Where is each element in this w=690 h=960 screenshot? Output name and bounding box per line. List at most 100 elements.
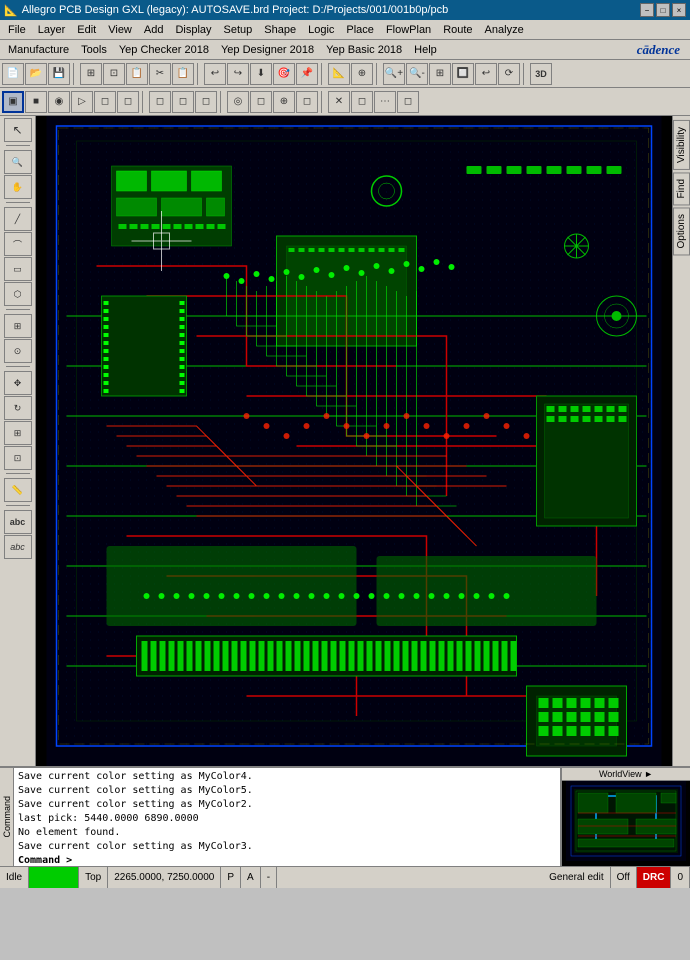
tb-refresh[interactable]: ⟳ <box>498 63 520 85</box>
menu-file[interactable]: File <box>2 22 32 38</box>
tb2-deselect[interactable]: ■ <box>25 91 47 113</box>
tb2-via[interactable]: ◎ <box>227 91 249 113</box>
menu-view[interactable]: View <box>102 22 138 38</box>
console-line-2: Save current color setting as MyColor5. <box>18 784 556 798</box>
tb-mirror[interactable]: ⊡ <box>103 63 125 85</box>
menu-yep-designer[interactable]: Yep Designer 2018 <box>215 42 320 58</box>
menu-setup[interactable]: Setup <box>218 22 259 38</box>
tb-cut[interactable]: ✂ <box>149 63 171 85</box>
tb-3d[interactable]: 3D <box>530 63 552 85</box>
tb2-rect[interactable]: ◻ <box>94 91 116 113</box>
tb-undo[interactable]: ↩ <box>204 63 226 85</box>
tb-sep-4 <box>376 63 380 85</box>
left-btn-text2[interactable]: abc <box>4 535 32 559</box>
menu-route[interactable]: Route <box>437 22 478 38</box>
menu-yep-checker[interactable]: Yep Checker 2018 <box>113 42 215 58</box>
console-line-4: last pick: 5440.0000 6890.0000 <box>18 812 556 826</box>
menu-layer[interactable]: Layer <box>32 22 72 38</box>
left-btn-text1[interactable]: abc <box>4 510 32 534</box>
menu-logic[interactable]: Logic <box>302 22 340 38</box>
tb2-drc[interactable]: ◻ <box>296 91 318 113</box>
tb-sep-3 <box>321 63 325 85</box>
minimize-button[interactable]: − <box>640 3 654 17</box>
status-dash: - <box>261 867 277 888</box>
pcb-canvas-area[interactable] <box>36 116 672 766</box>
tb-open[interactable]: 📂 <box>25 63 47 85</box>
tb-zoom-fit[interactable]: ⊞ <box>429 63 451 85</box>
console-line-6: Save current color setting as MyColor3. <box>18 840 556 854</box>
tb-zoom-prev[interactable]: ↩ <box>475 63 497 85</box>
tb-zoom-window[interactable]: 🔲 <box>452 63 474 85</box>
tb2-more2[interactable]: ◻ <box>397 91 419 113</box>
tb2-arrow[interactable]: ▷ <box>71 91 93 113</box>
left-btn-zoom[interactable]: 🔍 <box>4 150 32 174</box>
left-toolbar: ↖ 🔍 ✋ ╱ ⌒ ▭ ⬡ ⊞ ⊙ ✥ ↻ ⊞ ⊡ 📏 abc abc <box>0 116 36 766</box>
tb2-bus[interactable]: ◻ <box>172 91 194 113</box>
tb2-delete[interactable]: ✕ <box>328 91 350 113</box>
menu-bar-1: File Layer Edit View Add Display Setup S… <box>0 20 690 40</box>
left-btn-add-poly[interactable]: ⬡ <box>4 282 32 306</box>
tab-options[interactable]: Options <box>673 207 690 255</box>
left-btn-pointer[interactable]: ↖ <box>4 118 32 142</box>
menu-shape[interactable]: Shape <box>258 22 302 38</box>
tab-find[interactable]: Find <box>673 172 690 205</box>
tb-new[interactable]: 📄 <box>2 63 24 85</box>
tb-snap[interactable]: ⬇ <box>250 63 272 85</box>
tb-grid[interactable]: ⊞ <box>80 63 102 85</box>
tb-measure[interactable]: 📐 <box>328 63 350 85</box>
tb2-more1[interactable]: ⋯ <box>374 91 396 113</box>
menu-manufacture[interactable]: Manufacture <box>2 42 75 58</box>
maximize-button[interactable]: □ <box>656 3 670 17</box>
left-btn-add-arc[interactable]: ⌒ <box>4 232 32 256</box>
status-coord-a[interactable]: A <box>241 867 261 888</box>
menu-help[interactable]: Help <box>408 42 443 58</box>
tb-zoom-out[interactable]: 🔍- <box>406 63 428 85</box>
tb-copy[interactable]: 📋 <box>126 63 148 85</box>
tb-redo[interactable]: ↪ <box>227 63 249 85</box>
tb2-prop[interactable]: ◻ <box>351 91 373 113</box>
tb-zoom-in[interactable]: 🔍+ <box>383 63 405 85</box>
menu-display[interactable]: Display <box>169 22 217 38</box>
menu-add[interactable]: Add <box>138 22 170 38</box>
tb-paste[interactable]: 📋 <box>172 63 194 85</box>
menu-tools[interactable]: Tools <box>75 42 113 58</box>
tb2-pad[interactable]: ◻ <box>250 91 272 113</box>
left-btn-move[interactable]: ✥ <box>4 371 32 395</box>
tb2-net[interactable]: ◻ <box>195 91 217 113</box>
drc-button[interactable]: DRC <box>637 867 672 888</box>
left-btn-add-rect[interactable]: ▭ <box>4 257 32 281</box>
worldview-label[interactable]: WorldView ► <box>562 768 690 781</box>
tb-target[interactable]: 🎯 <box>273 63 295 85</box>
left-btn-via[interactable]: ⊙ <box>4 339 32 363</box>
tb2-wire[interactable]: ◻ <box>149 91 171 113</box>
tb2-sep-2 <box>220 91 224 113</box>
left-btn-mirror[interactable]: ⊡ <box>4 446 32 470</box>
left-btn-copy2[interactable]: ⊞ <box>4 421 32 445</box>
left-btn-add-line[interactable]: ╱ <box>4 207 32 231</box>
left-btn-pan[interactable]: ✋ <box>4 175 32 199</box>
menu-edit[interactable]: Edit <box>71 22 102 38</box>
console-area: Command Save current color setting as My… <box>0 766 690 866</box>
close-button[interactable]: × <box>672 3 686 17</box>
menu-place[interactable]: Place <box>340 22 380 38</box>
tb-hilight[interactable]: ⊕ <box>351 63 373 85</box>
status-coord-p[interactable]: P <box>221 867 241 888</box>
toolbar-1: 📄 📂 💾 ⊞ ⊡ 📋 ✂ 📋 ↩ ↪ ⬇ 🎯 📌 📐 ⊕ 🔍+ 🔍- ⊞ 🔲 … <box>0 60 690 88</box>
worldview-canvas <box>562 781 690 861</box>
left-btn-rotate[interactable]: ↻ <box>4 396 32 420</box>
menu-analyze[interactable]: Analyze <box>479 22 530 38</box>
left-btn-route[interactable]: ⊞ <box>4 314 32 338</box>
worldview-panel: WorldView ► <box>560 768 690 866</box>
left-sep-2 <box>6 202 30 204</box>
tb-save[interactable]: 💾 <box>48 63 70 85</box>
tb2-crosshair[interactable]: ⊕ <box>273 91 295 113</box>
tb-pin[interactable]: 📌 <box>296 63 318 85</box>
tab-visibility[interactable]: Visibility <box>673 120 690 170</box>
menu-yep-basic[interactable]: Yep Basic 2018 <box>320 42 408 58</box>
tb2-circle[interactable]: ◉ <box>48 91 70 113</box>
left-btn-measure[interactable]: 📏 <box>4 478 32 502</box>
tb2-poly[interactable]: ◻ <box>117 91 139 113</box>
menu-flowplan[interactable]: FlowPlan <box>380 22 437 38</box>
tb2-select[interactable]: ▣ <box>2 91 24 113</box>
toolbar-2: ▣ ■ ◉ ▷ ◻ ◻ ◻ ◻ ◻ ◎ ◻ ⊕ ◻ ✕ ◻ ⋯ ◻ <box>0 88 690 116</box>
